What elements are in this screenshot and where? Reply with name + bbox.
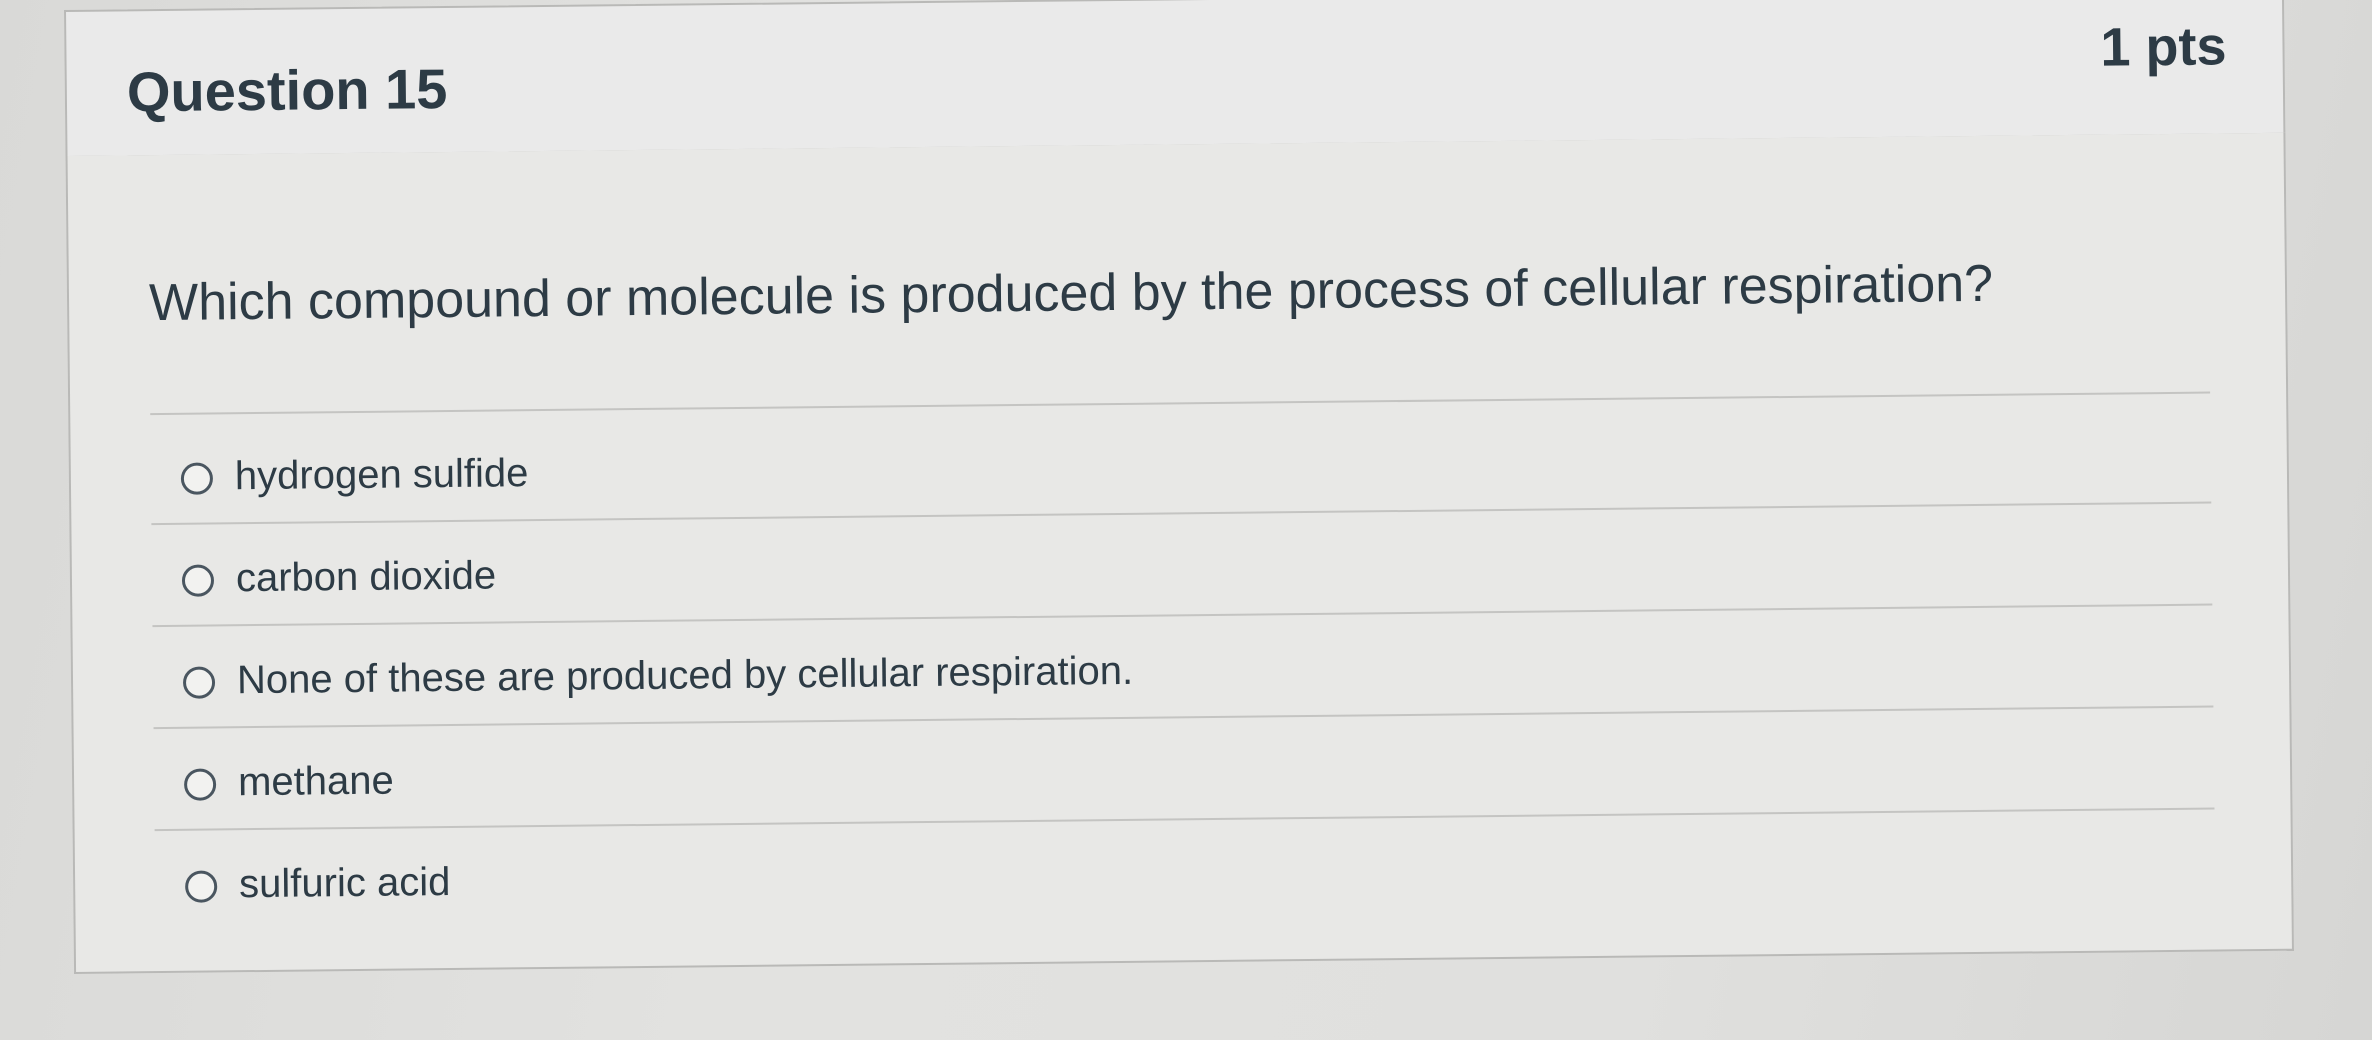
answer-radio[interactable] xyxy=(181,564,215,597)
answer-radio[interactable] xyxy=(185,870,218,903)
question-body: Which compound or molecule is produced b… xyxy=(65,132,2294,974)
answer-label[interactable]: sulfuric acid xyxy=(239,860,451,907)
answer-label[interactable]: methane xyxy=(238,759,394,806)
answer-option-sulfuric-acid[interactable]: sulfuric acid xyxy=(155,810,2216,934)
answer-radio[interactable] xyxy=(183,768,217,801)
answer-label[interactable]: hydrogen sulfide xyxy=(235,451,529,499)
question-card: Question 15 1 pts Which compound or mole… xyxy=(64,0,2294,974)
answer-radio[interactable] xyxy=(180,462,214,495)
answer-label[interactable]: None of these are produced by cellular r… xyxy=(237,649,1134,703)
question-text: Which compound or molecule is produced b… xyxy=(148,254,1994,333)
question-points: 1 pts xyxy=(2100,16,2227,78)
question-title: Question 15 xyxy=(126,56,448,124)
question-header: Question 15 1 pts xyxy=(64,0,2286,158)
answer-label[interactable]: carbon dioxide xyxy=(236,554,497,602)
answer-radio[interactable] xyxy=(182,666,216,699)
